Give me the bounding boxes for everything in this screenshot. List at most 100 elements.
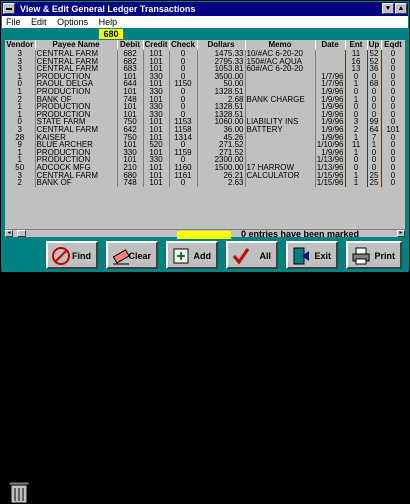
find-button[interactable]: Find [46,241,98,269]
transactions-grid[interactable]: Vendor Payee Name Debit Credit Check Dol… [5,40,405,235]
table-cell-vendor[interactable]: 50 [5,163,36,172]
col-check[interactable]: Check [169,40,198,50]
table-cell-debit[interactable]: 748 [117,179,144,187]
table-cell-payee-name[interactable]: BANK OF [35,95,118,104]
table-cell-date[interactable]: 1/9/96 [315,133,346,142]
table-cell-ent[interactable]: 1 [345,80,368,88]
table-cell-ent[interactable]: 16 [345,57,368,66]
menu-options[interactable]: Options [57,17,88,27]
table-cell-eqdt[interactable]: 101 [381,125,405,134]
table-cell-check[interactable]: 0 [169,65,198,73]
table-cell-dollars[interactable]: 2300.00 [197,156,246,164]
table-row[interactable]: 28 KAISER 750 101 1314 45.26 1/9/96 1 7 0 [5,133,405,142]
table-cell-date[interactable]: 1/9/96 [315,110,346,119]
table-cell-up[interactable]: 0 [367,148,382,157]
table-cell-up[interactable]: 52 [367,50,382,58]
table-cell-payee-name[interactable]: CENTRAL FARM [35,125,118,134]
table-cell-date[interactable]: 1/9/96 [315,87,346,96]
table-cell-debit[interactable]: 642 [117,125,144,134]
table-cell-debit[interactable]: 101 [117,141,144,149]
table-row[interactable]: 1 PRODUCTION 330 101 1159 271.52 1/9/96 1 0 0 [5,148,405,157]
table-cell-eqdt[interactable]: 0 [381,87,405,96]
table-cell-check[interactable]: 1159 [169,148,198,157]
table-cell-payee-name[interactable]: CENTRAL FARM [35,65,118,73]
table-cell-credit[interactable]: 101 [143,50,170,58]
table-cell-memo[interactable]: CALCULATOR [245,171,316,180]
table-cell-payee-name[interactable]: STATE FARM [35,118,118,126]
scroll-right-icon[interactable]: ▸ [397,230,405,237]
table-cell-payee-name[interactable]: CENTRAL FARM [35,57,118,66]
table-cell-vendor[interactable]: 28 [5,133,36,142]
table-cell-dollars[interactable]: 271.52 [197,141,246,149]
table-cell-debit[interactable]: 644 [117,80,144,88]
table-cell-ent[interactable]: 0 [345,103,368,111]
table-cell-check[interactable]: 0 [169,179,198,187]
table-cell-ent[interactable]: 0 [345,110,368,119]
table-cell-check[interactable]: 1314 [169,133,198,142]
table-cell-date[interactable]: 1/9/96 [315,125,346,134]
table-row[interactable]: 50 ADCOCK MFG 210 101 1160 1500.00 17 HARROW 1/… [5,163,405,172]
table-cell-debit[interactable]: 748 [117,95,144,104]
table-cell-vendor[interactable]: 1 [5,148,36,157]
table-cell-credit[interactable]: 330 [143,103,170,111]
table-cell-debit[interactable]: 330 [117,148,144,157]
table-cell-memo[interactable]: 60#/AC 6-20-20 [245,65,316,73]
table-cell-up[interactable]: 0 [367,72,382,81]
table-cell-ent[interactable]: 1 [345,179,368,187]
table-row[interactable]: 1 PRODUCTION 101 330 0 1328.51 1/9/96 0 0 0 [5,103,405,111]
table-cell-up[interactable]: 68 [367,80,382,88]
table-cell-up[interactable]: 0 [367,163,382,172]
system-menu-icon[interactable] [3,3,15,14]
table-cell-date[interactable]: 1/9/96 [315,118,346,126]
table-cell-payee-name[interactable]: RAOUL DELGA [35,80,118,88]
table-cell-check[interactable]: 0 [169,72,198,81]
table-cell-payee-name[interactable]: PRODUCTION [35,72,118,81]
table-cell-credit[interactable]: 101 [143,163,170,172]
col-memo[interactable]: Memo [245,40,316,50]
table-cell-eqdt[interactable]: 0 [381,72,405,81]
exit-button[interactable]: Exit [286,241,338,269]
add-button[interactable]: Add [166,241,218,269]
table-cell-eqdt[interactable]: 0 [381,110,405,119]
table-cell-memo[interactable]: BATTERY [245,125,316,134]
table-cell-payee-name[interactable]: BLUE ARCHER [35,141,118,149]
col-debit[interactable]: Debit [117,40,144,50]
minimize-icon[interactable]: ▼ [382,3,394,14]
table-cell-check[interactable]: 0 [169,57,198,66]
table-cell-dollars[interactable]: 26.21 [197,171,246,180]
table-cell-date[interactable]: 1/15/96 [315,179,346,187]
scroll-thumb[interactable] [17,230,26,237]
table-cell-ent[interactable]: 3 [345,118,368,126]
table-cell-credit[interactable]: 101 [143,125,170,134]
table-cell-eqdt[interactable]: 0 [381,163,405,172]
table-cell-credit[interactable]: 330 [143,87,170,96]
table-row[interactable]: 2 BANK OF 748 101 0 2.63 1/15/96 1 25 0 [5,179,405,187]
table-cell-eqdt[interactable]: 0 [381,95,405,104]
table-cell-eqdt[interactable]: 0 [381,171,405,180]
table-cell-date[interactable]: 1/13/96 [315,156,346,164]
table-cell-up[interactable]: 7 [367,133,382,142]
table-row[interactable]: 3 CENTRAL FARM 682 101 0 1475.33 10/#AC 6-20-2… [5,50,405,58]
table-cell-up[interactable]: 0 [367,87,382,96]
menu-edit[interactable]: Edit [31,17,47,27]
table-cell-date[interactable]: 1/7/96 [315,80,346,88]
col-payee-name[interactable]: Payee Name [35,40,118,50]
table-row[interactable]: 3 CENTRAL FARM 682 101 0 2795.33 150#/AC AQUA 1… [5,57,405,66]
table-row[interactable]: 1 PRODUCTION 101 330 0 1328.51 1/9/96 0 0 0 [5,87,405,96]
table-cell-credit[interactable]: 101 [143,118,170,126]
table-cell-vendor[interactable]: 0 [5,118,36,126]
table-cell-memo[interactable] [245,141,316,149]
table-cell-payee-name[interactable]: PRODUCTION [35,87,118,96]
table-cell-ent[interactable]: 0 [345,87,368,96]
table-cell-dollars[interactable]: 36.00 [197,125,246,134]
table-cell-memo[interactable] [245,103,316,111]
table-cell-memo[interactable] [245,110,316,119]
table-cell-payee-name[interactable]: PRODUCTION [35,103,118,111]
table-cell-ent[interactable]: 11 [345,141,368,149]
table-cell-check[interactable]: 1158 [169,125,198,134]
table-cell-date[interactable]: 1/15/96 [315,171,346,180]
table-cell-check[interactable]: 0 [169,156,198,164]
table-cell-memo[interactable] [245,148,316,157]
table-cell-ent[interactable]: 1 [345,148,368,157]
table-cell-vendor[interactable]: 3 [5,50,36,58]
